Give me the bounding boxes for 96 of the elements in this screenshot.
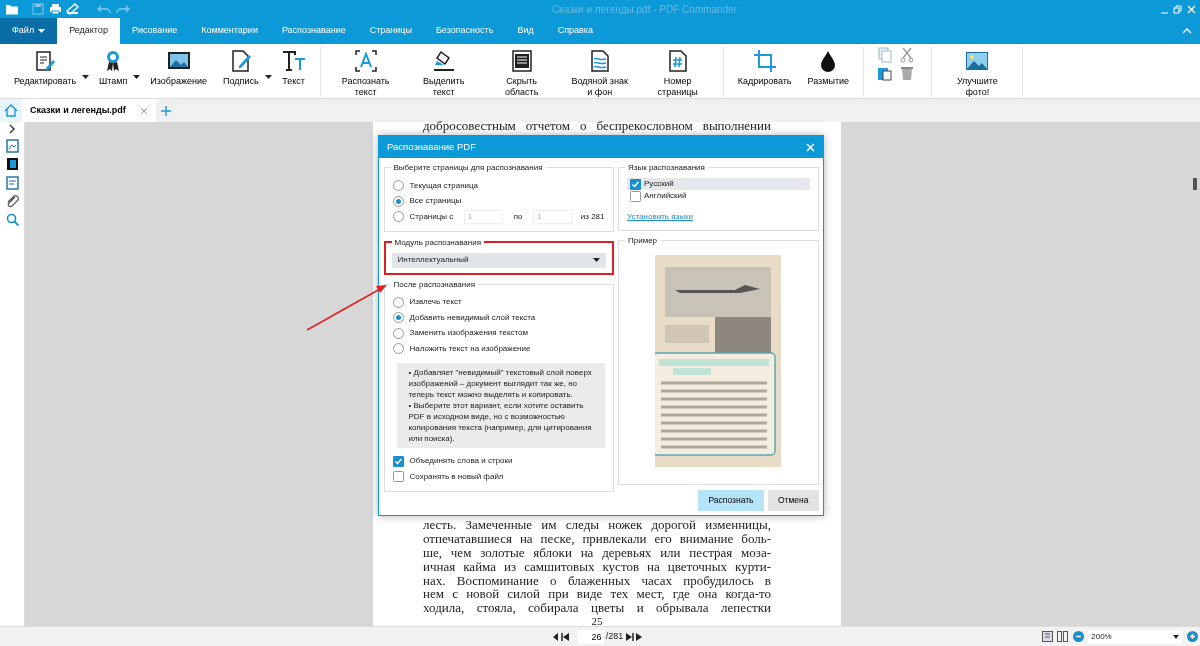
caret-icon (592, 258, 600, 262)
dropdown-field[interactable]: Интеллектуальный (391, 252, 606, 268)
option-label: Текущая страница (409, 179, 479, 192)
paperclip-icon[interactable] (5, 194, 19, 209)
crop-icon (752, 49, 777, 73)
add-tab-icon[interactable] (160, 105, 171, 116)
option-label: Добавить невидимый слой текста (409, 311, 536, 324)
cancel-button[interactable]: Отмена (768, 489, 819, 511)
checkbox[interactable] (392, 455, 404, 467)
pages-icon[interactable] (5, 138, 19, 153)
caret-icon (38, 29, 46, 33)
dialog-title: Распознавание PDF (387, 139, 476, 154)
single-page-icon[interactable] (1041, 631, 1053, 642)
caret-icon (1173, 634, 1180, 639)
info-text: • Добавляет "невидимый" текстовый слой поверх изображений – документ выглядит так же, но теперь текст можно выделять и копировать. (408, 366, 593, 400)
trash-icon[interactable] (898, 65, 915, 82)
info-text: • Выберите этот вариант, если хотите оставить PDF в исходном виде, но с возможностью копирования текста (например, для цитирования или поиска). (408, 399, 593, 444)
option-label: Извлечь текст (409, 296, 462, 309)
folder-icon[interactable] (4, 3, 19, 15)
install-link[interactable]: Установить языки (627, 211, 693, 223)
page-text: нем с новой силой при виде тех мест, где она когда-то (423, 587, 771, 602)
page-text: отпечатавшиеся на песке, привлекали его внимание боль- (423, 532, 771, 546)
window-title: Сказки и легенды.pdf - PDF Commander (550, 2, 739, 17)
caret-icon[interactable] (133, 75, 141, 79)
ribbon-button[interactable]: Изображение (144, 47, 214, 89)
ribbon-button[interactable]: Выделить текст (406, 47, 481, 100)
previous-icon[interactable] (553, 632, 559, 641)
ribbon-button[interactable]: Улучшите фото! (940, 47, 1015, 100)
two-page-icon[interactable] (1057, 631, 1069, 642)
ribbon-button[interactable]: Текст (275, 47, 312, 89)
option-label: Все страницы (409, 195, 462, 208)
page-text: добросовестным отчетом о беспрекословном выполнении (423, 119, 771, 133)
list-item[interactable]: Английский (627, 190, 810, 202)
page-text: лесть. Замеченные им следы ножек дорогой изменницы, (423, 518, 771, 533)
printer-icon[interactable] (48, 3, 62, 15)
scanner-icon[interactable] (66, 3, 79, 15)
close-icon[interactable] (139, 106, 148, 115)
highlighter-icon (431, 49, 456, 73)
chevron-icon[interactable] (8, 124, 16, 135)
search-icon[interactable] (5, 212, 19, 227)
recognize-button[interactable]: Распознать (698, 489, 764, 511)
page-total: /281 (605, 629, 624, 643)
redact-icon (509, 49, 534, 73)
ribbon-button[interactable]: Кадрировать (731, 47, 798, 89)
page-text: нах. Воспоминание о блаженных часах пробудилось в (423, 573, 771, 588)
last-page-icon[interactable] (625, 632, 634, 641)
ribbon-button[interactable]: Водяной знак и фон (562, 47, 637, 100)
option-label: Сохранять в новый файл (409, 470, 504, 483)
edit-icon (33, 49, 57, 73)
zoom-select[interactable]: 200% (1088, 629, 1183, 644)
home-icon (4, 104, 18, 117)
option-label: Заменить изображения текстом (409, 327, 529, 340)
ribbon-button[interactable]: Скрыть область (484, 47, 559, 100)
restore-icon[interactable] (1173, 4, 1182, 14)
zoom-in-icon[interactable] (1186, 631, 1198, 642)
page-text: ходила, стояла, собирала цветы и обрывала лепестки (423, 601, 771, 615)
group-title: Язык распознавания (625, 162, 708, 174)
zoom-out-icon[interactable] (1072, 631, 1084, 642)
option-label: Страницы с (409, 210, 454, 223)
page-text: ше, чем золотые яблоки на деревьях или пестрая моза- (423, 546, 771, 560)
ribbon-button[interactable]: Распознать текст (328, 47, 403, 100)
group-title: Выберите страницы для распознавания (390, 162, 546, 174)
save-icon[interactable] (32, 3, 44, 15)
checkbox[interactable] (392, 471, 404, 483)
first-page-icon[interactable] (561, 632, 570, 641)
document-tab[interactable]: Сказки и легенды.pdf (22, 99, 156, 122)
book-icon[interactable] (5, 157, 19, 172)
caret-icon[interactable] (264, 75, 272, 79)
list-item[interactable]: Русский (627, 178, 810, 190)
paste-icon[interactable] (876, 65, 893, 82)
file-menu[interactable]: Файл (0, 18, 58, 44)
menu-tab[interactable]: Редактор (57, 18, 120, 44)
option-label: из 281 (580, 210, 605, 223)
option-label: Наложить текст на изображение (409, 342, 531, 355)
landscape-icon (965, 49, 990, 73)
ocr-icon (353, 49, 378, 73)
ribbon-button[interactable]: Редактировать (8, 47, 82, 89)
option-label: Объединять слова и строки (409, 455, 513, 468)
text-icon (281, 49, 306, 73)
next-icon[interactable] (635, 632, 642, 641)
collapse-icon[interactable] (1182, 28, 1192, 34)
page-number: 25 (590, 616, 604, 626)
ribbon-button[interactable]: Штамп (93, 47, 134, 89)
ribbon-button[interactable]: Подпись (217, 47, 265, 89)
option-label: по (513, 210, 523, 223)
caret-icon[interactable] (82, 75, 89, 79)
undo-icon[interactable] (97, 4, 111, 14)
page-text: ичная кайма из самшитовых кустов на цветочных курти- (423, 559, 771, 574)
ribbon-button[interactable]: Номер страницы (640, 47, 715, 100)
checkbox[interactable] (630, 178, 641, 190)
ribbon-button[interactable]: Размытие (801, 47, 856, 89)
checkbox[interactable] (630, 190, 641, 202)
scissors-icon[interactable] (898, 47, 915, 63)
redo-icon[interactable] (115, 4, 130, 14)
scrollbar[interactable] (1193, 178, 1197, 190)
page-field[interactable]: 26 (577, 629, 604, 644)
